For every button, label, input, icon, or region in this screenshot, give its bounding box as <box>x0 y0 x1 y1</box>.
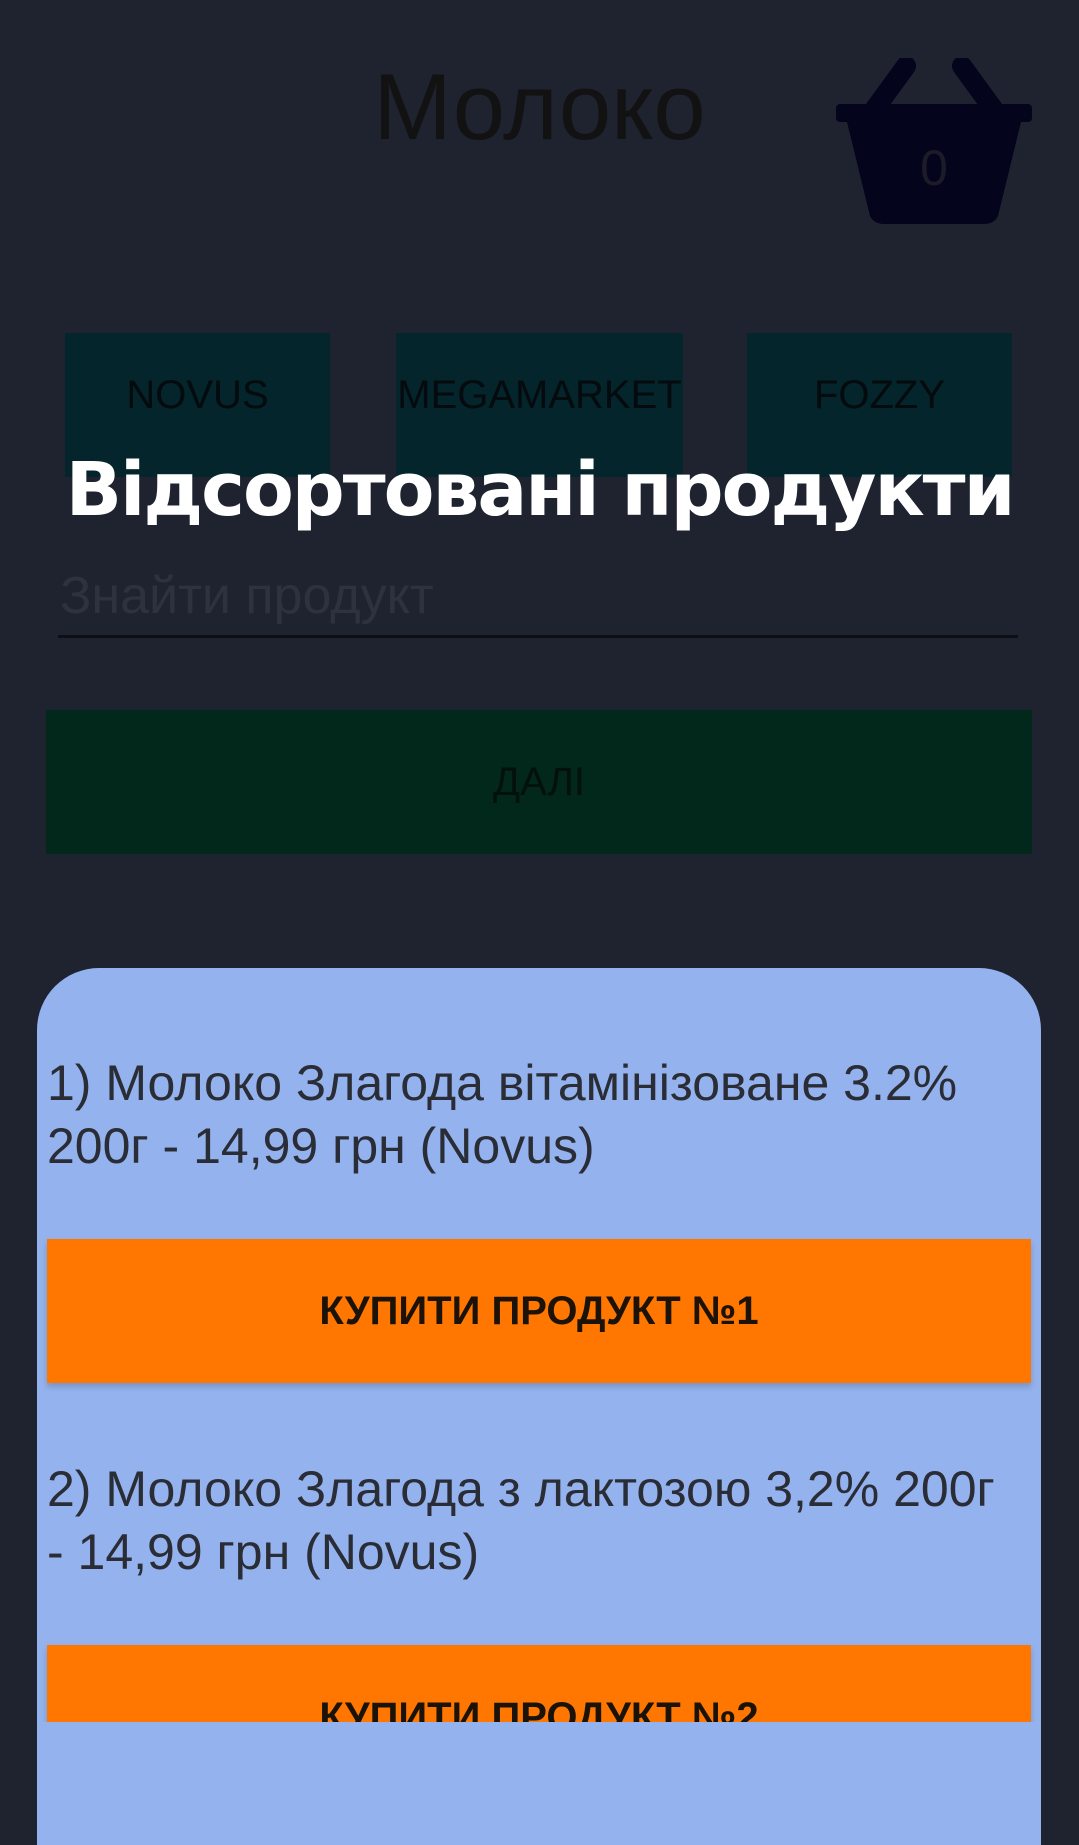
scroll-clip <box>37 1722 1041 1845</box>
product-description: 2) Молоко Злагода з лактозою 3,2% 200г -… <box>47 1461 995 1580</box>
search-input[interactable] <box>58 560 1018 632</box>
next-button[interactable]: ДАЛІ <box>46 710 1032 854</box>
buy-button-label: КУПИТИ ПРОДУКТ №1 <box>319 1288 759 1333</box>
store-button-label: FOZZY <box>813 372 946 417</box>
app-screen: Молоко 0 NOVUS MEGAMARKET FOZZY ДАЛІ Від… <box>0 0 1079 1845</box>
sorted-products-sheet: 1) Молоко Злагода вітамінізоване 3.2% 20… <box>37 968 1041 1845</box>
next-button-label: ДАЛІ <box>492 759 585 804</box>
search-field <box>58 560 1018 638</box>
store-button-label: MEGAMARKET <box>397 372 682 417</box>
product-description: 1) Молоко Злагода вітамінізоване 3.2% 20… <box>47 1055 958 1174</box>
cart-button[interactable]: 0 <box>836 58 1032 228</box>
cart-count: 0 <box>920 140 948 196</box>
buy-product-1-button[interactable]: КУПИТИ ПРОДУКТ №1 <box>47 1239 1031 1383</box>
sorted-products-title: Відсортовані продукти <box>65 447 1016 533</box>
store-button-label: NOVUS <box>126 372 269 417</box>
